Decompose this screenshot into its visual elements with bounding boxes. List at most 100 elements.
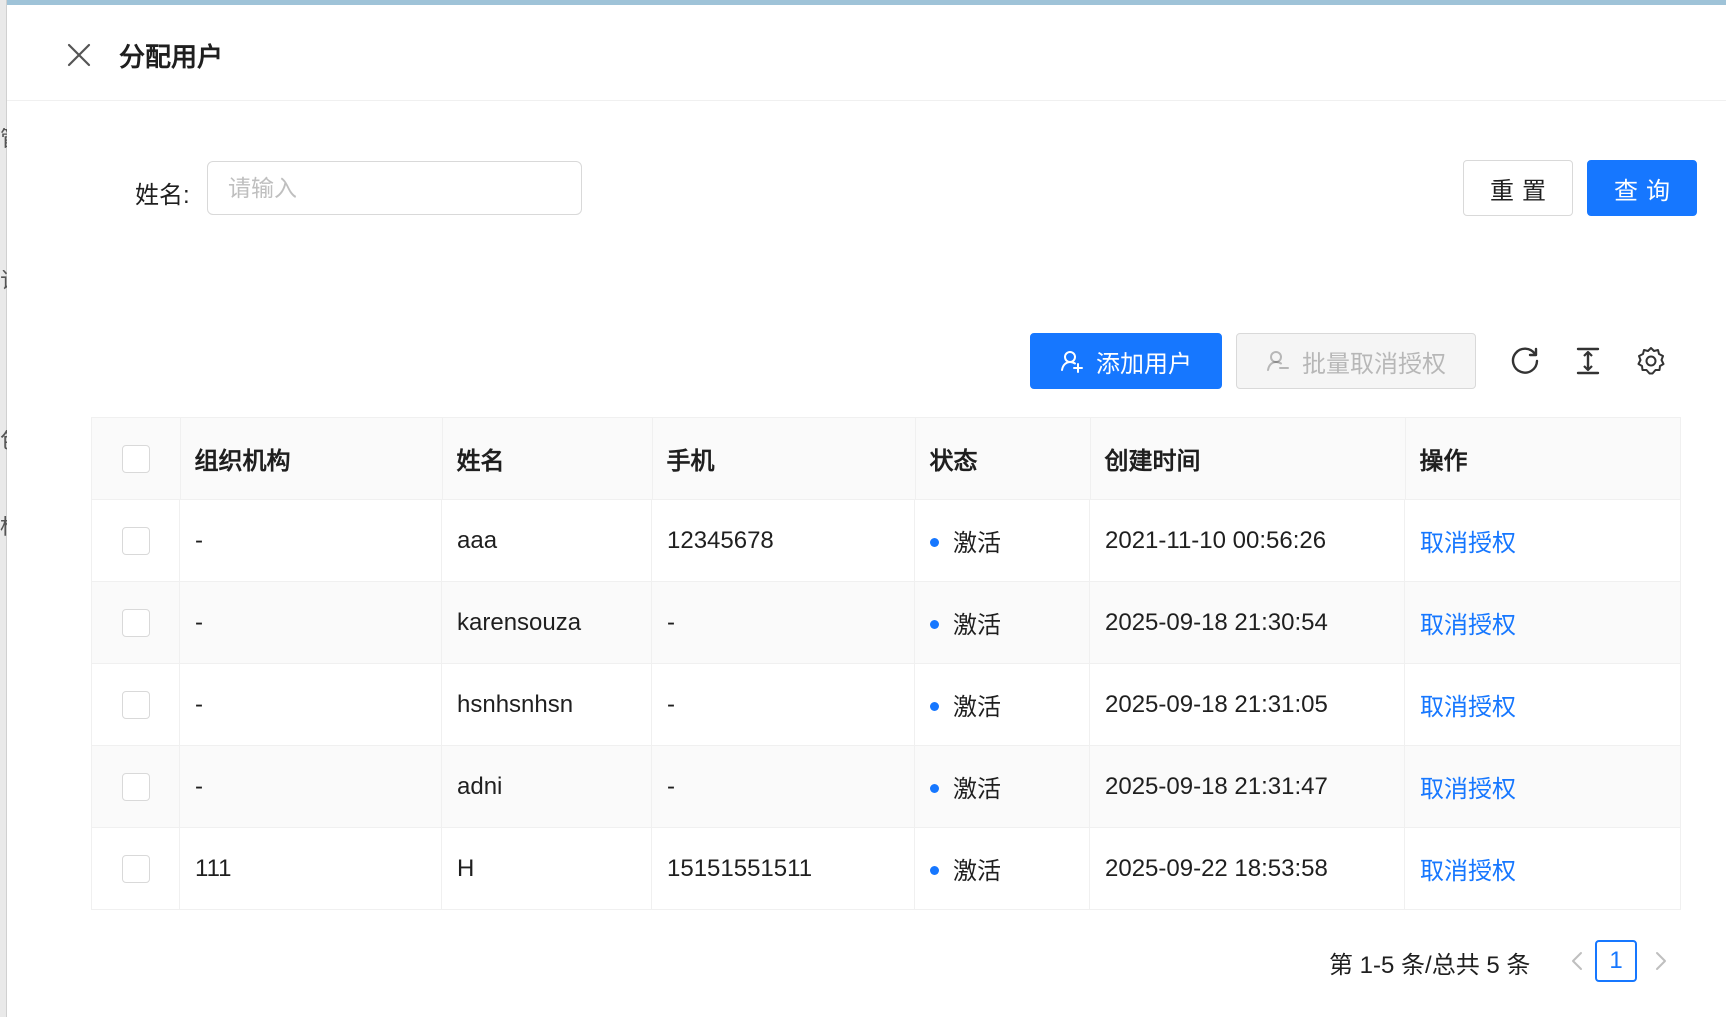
batch-revoke-label: 批量取消授权: [1302, 350, 1446, 378]
page-number-button[interactable]: 1: [1595, 940, 1637, 982]
revoke-link[interactable]: 取消授权: [1420, 776, 1516, 803]
row-select-cell: [91, 745, 180, 828]
status-text: 激活: [953, 776, 1001, 803]
action-cell: 取消授权: [1404, 745, 1681, 828]
table-row: - karensouza - 激活 2025-09-18 21:30:54 取消…: [91, 581, 1681, 664]
background-glyph: 订: [0, 270, 7, 292]
status-text: 激活: [953, 530, 1001, 557]
chevron-left-icon: [1572, 952, 1582, 970]
drawer-title: 分配用户: [119, 42, 224, 72]
name-cell: hsnhsnhsn: [441, 663, 652, 746]
user-delete-icon: [1267, 351, 1289, 371]
settings-button[interactable]: [1633, 343, 1669, 379]
select-all-cell: [91, 417, 180, 500]
name-cell: adni: [441, 745, 652, 828]
phone-cell: -: [651, 663, 915, 746]
column-header-action: 操作: [1404, 417, 1681, 500]
column-header-created: 创建时间: [1089, 417, 1405, 500]
revoke-link[interactable]: 取消授权: [1420, 694, 1516, 721]
revoke-link[interactable]: 取消授权: [1420, 858, 1516, 885]
column-header-status: 状态: [914, 417, 1090, 500]
query-button[interactable]: 查询: [1587, 160, 1697, 216]
phone-cell: -: [651, 581, 915, 664]
status-text: 激活: [953, 612, 1001, 639]
background-glyph: 管: [0, 128, 7, 150]
row-checkbox[interactable]: [121, 854, 150, 883]
status-cell: 激活: [914, 499, 1090, 582]
density-button[interactable]: [1570, 343, 1606, 379]
background-glyph: 标: [0, 516, 7, 538]
name-cell: karensouza: [441, 581, 652, 664]
background-glyph: 包: [0, 430, 7, 452]
revoke-link[interactable]: 取消授权: [1420, 612, 1516, 639]
pagination-summary: 第 1-5 条/总共 5 条: [1329, 952, 1531, 979]
batch-revoke-button[interactable]: 批量取消授权: [1236, 333, 1476, 389]
background-page-edge: 管 订 包 标: [0, 0, 7, 1017]
row-checkbox[interactable]: [121, 608, 150, 637]
status-text: 激活: [953, 858, 1001, 885]
reset-button[interactable]: 重置: [1463, 160, 1573, 216]
revoke-link[interactable]: 取消授权: [1420, 530, 1516, 557]
reload-button[interactable]: [1507, 343, 1543, 379]
drawer-header: 分配用户: [7, 5, 1726, 101]
prev-page-button[interactable]: [1561, 943, 1593, 979]
row-select-cell: [91, 581, 180, 664]
close-button[interactable]: [59, 35, 99, 75]
row-checkbox[interactable]: [121, 526, 150, 555]
name-search-label: 姓名:: [135, 182, 190, 209]
assign-user-drawer: 分配用户 姓名: 重置 查询 添加用户 批量取消授权: [7, 5, 1726, 1017]
action-cell: 取消授权: [1404, 581, 1681, 664]
user-add-icon: [1061, 351, 1083, 373]
table-row: - aaa 12345678 激活 2021-11-10 00:56:26 取消…: [91, 499, 1681, 582]
org-cell: -: [179, 499, 442, 582]
created-cell: 2025-09-18 21:31:47: [1089, 745, 1405, 828]
created-cell: 2025-09-18 21:31:05: [1089, 663, 1405, 746]
name-search-input[interactable]: [207, 161, 582, 215]
select-all-checkbox[interactable]: [121, 444, 150, 473]
status-dot-icon: [930, 620, 939, 630]
created-cell: 2025-09-22 18:53:58: [1089, 827, 1405, 910]
phone-cell: 12345678: [651, 499, 915, 582]
created-cell: 2025-09-18 21:30:54: [1089, 581, 1405, 664]
name-cell: aaa: [441, 499, 652, 582]
status-cell: 激活: [914, 663, 1090, 746]
column-height-icon: [1576, 347, 1600, 375]
action-cell: 取消授权: [1404, 499, 1681, 582]
action-cell: 取消授权: [1404, 827, 1681, 910]
status-dot-icon: [930, 784, 939, 794]
status-cell: 激活: [914, 827, 1090, 910]
phone-cell: -: [651, 745, 915, 828]
status-dot-icon: [930, 538, 939, 548]
column-header-org: 组织机构: [179, 417, 442, 500]
close-icon: [67, 43, 91, 67]
table-row: 111 H 15151551511 激活 2025-09-22 18:53:58…: [91, 827, 1681, 910]
name-cell: H: [441, 827, 652, 910]
row-select-cell: [91, 827, 180, 910]
status-dot-icon: [930, 866, 939, 876]
column-header-phone: 手机: [651, 417, 915, 500]
action-cell: 取消授权: [1404, 663, 1681, 746]
status-cell: 激活: [914, 745, 1090, 828]
add-user-button[interactable]: 添加用户: [1030, 333, 1222, 389]
chevron-right-icon: [1656, 952, 1666, 970]
org-cell: -: [179, 581, 442, 664]
org-cell: -: [179, 745, 442, 828]
row-checkbox[interactable]: [121, 690, 150, 719]
status-dot-icon: [930, 702, 939, 712]
reload-icon: [1511, 347, 1539, 374]
table-row: - adni - 激活 2025-09-18 21:31:47 取消授权: [91, 745, 1681, 828]
row-checkbox[interactable]: [121, 772, 150, 801]
table-header-row: 组织机构 姓名 手机 状态 创建时间 操作: [91, 417, 1681, 500]
org-cell: 111: [179, 827, 442, 910]
user-table: 组织机构 姓名 手机 状态 创建时间 操作 - aaa 12345678 激活 …: [91, 417, 1681, 910]
add-user-label: 添加用户: [1096, 350, 1192, 378]
next-page-button[interactable]: [1645, 943, 1677, 979]
created-cell: 2021-11-10 00:56:26: [1089, 499, 1405, 582]
status-text: 激活: [953, 694, 1001, 721]
org-cell: -: [179, 663, 442, 746]
table-row: - hsnhsnhsn - 激活 2025-09-18 21:31:05 取消授…: [91, 663, 1681, 746]
status-cell: 激活: [914, 581, 1090, 664]
row-select-cell: [91, 663, 180, 746]
row-select-cell: [91, 499, 180, 582]
setting-icon: [1637, 347, 1665, 375]
